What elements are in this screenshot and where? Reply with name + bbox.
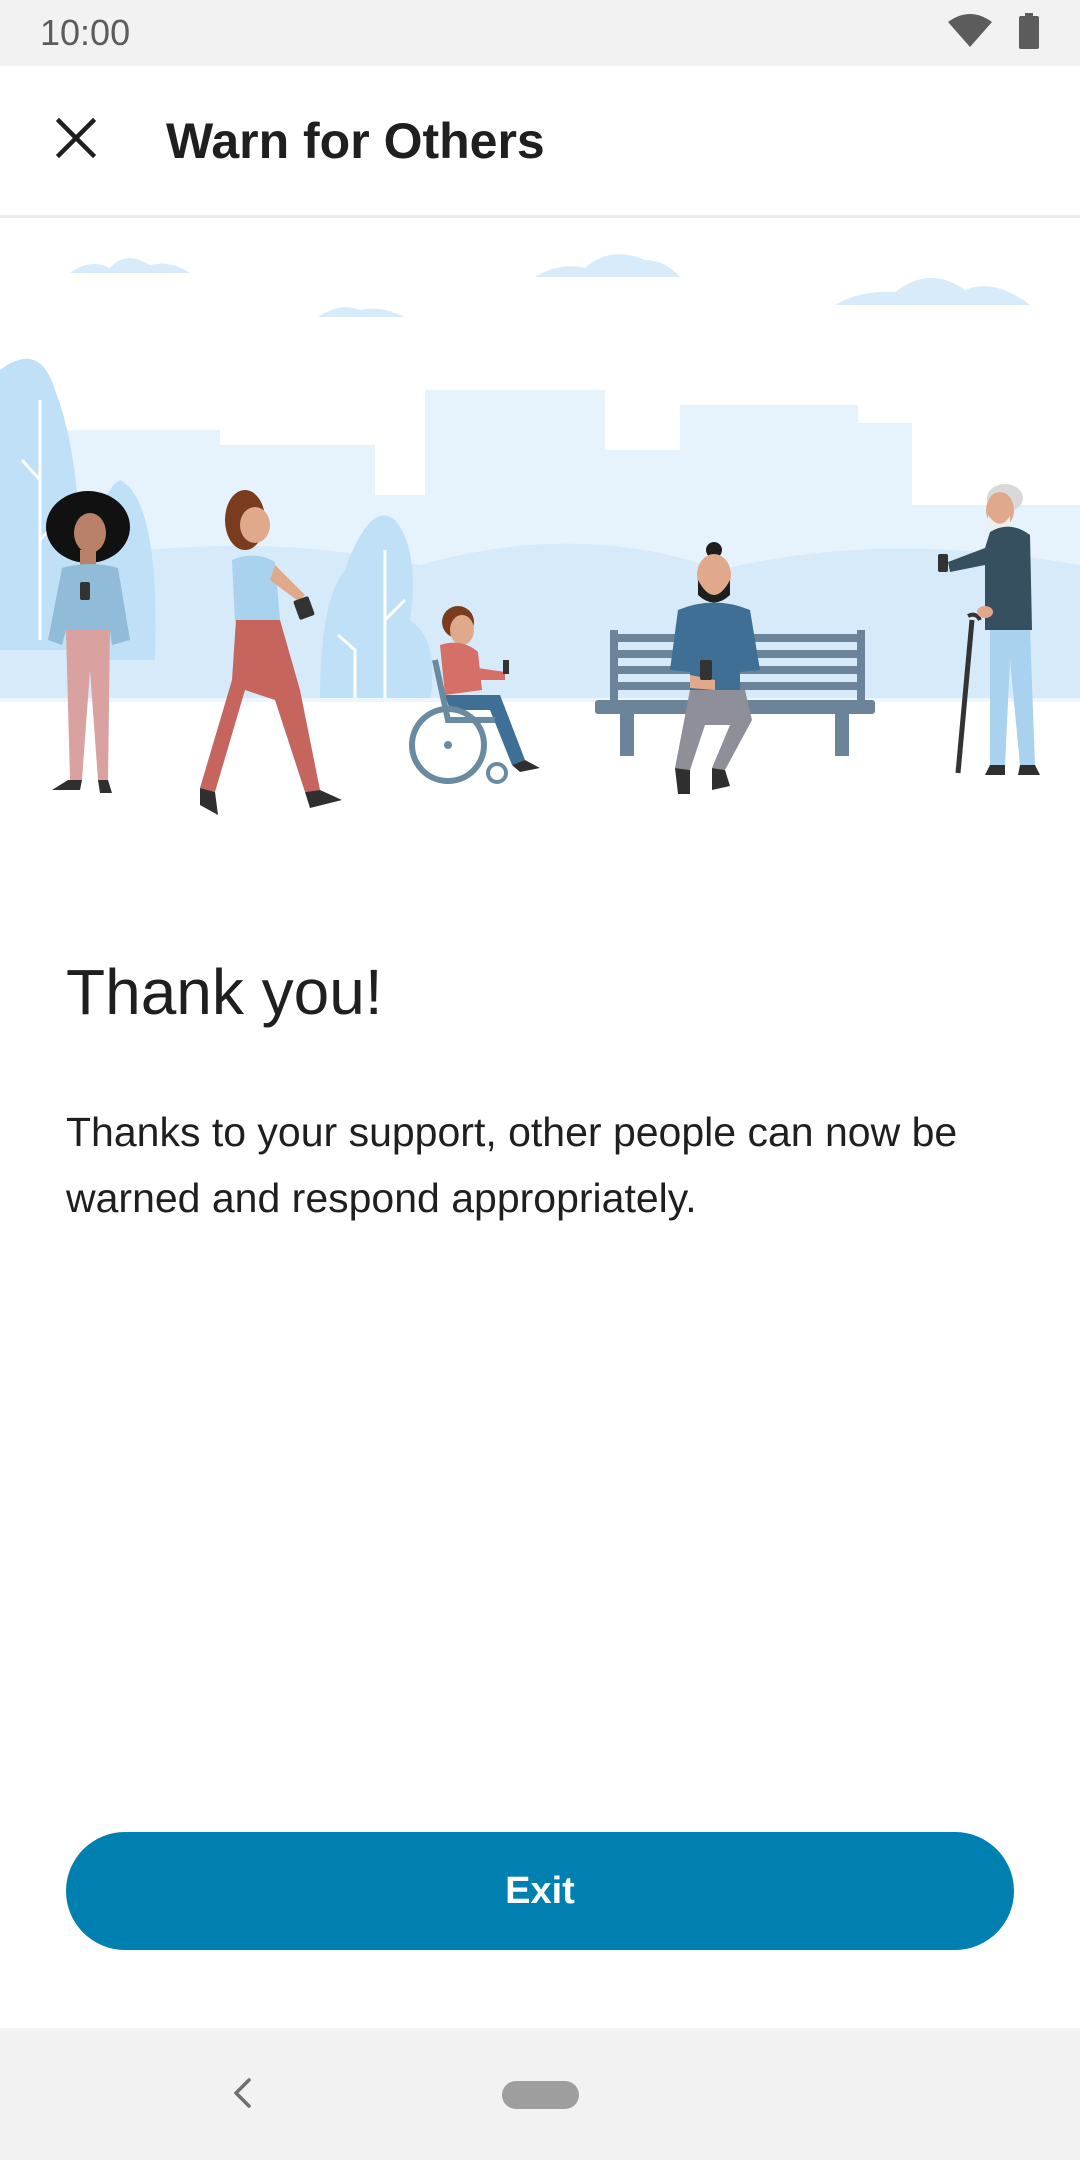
home-pill-icon[interactable] [502, 2081, 579, 2109]
navigation-bar [0, 2028, 1080, 2160]
close-button[interactable] [26, 91, 126, 191]
wifi-icon [948, 13, 992, 53]
people-in-park-illustration [0, 220, 1080, 840]
page-title: Warn for Others [166, 112, 545, 169]
content: Thank you! Thanks to your support, other… [66, 955, 1016, 1231]
close-icon [55, 117, 97, 163]
app-bar: Warn for Others [0, 66, 1080, 218]
body-text: Thanks to your support, other people can… [66, 1109, 958, 1221]
battery-icon [1018, 12, 1040, 54]
status-time: 10:00 [40, 12, 131, 53]
exit-button[interactable]: Exit [66, 1832, 1014, 1950]
heading: Thank you! [66, 956, 383, 1028]
status-bar: 10:00 [0, 0, 1080, 66]
back-icon[interactable] [218, 2068, 268, 2118]
status-icons [948, 12, 1040, 54]
